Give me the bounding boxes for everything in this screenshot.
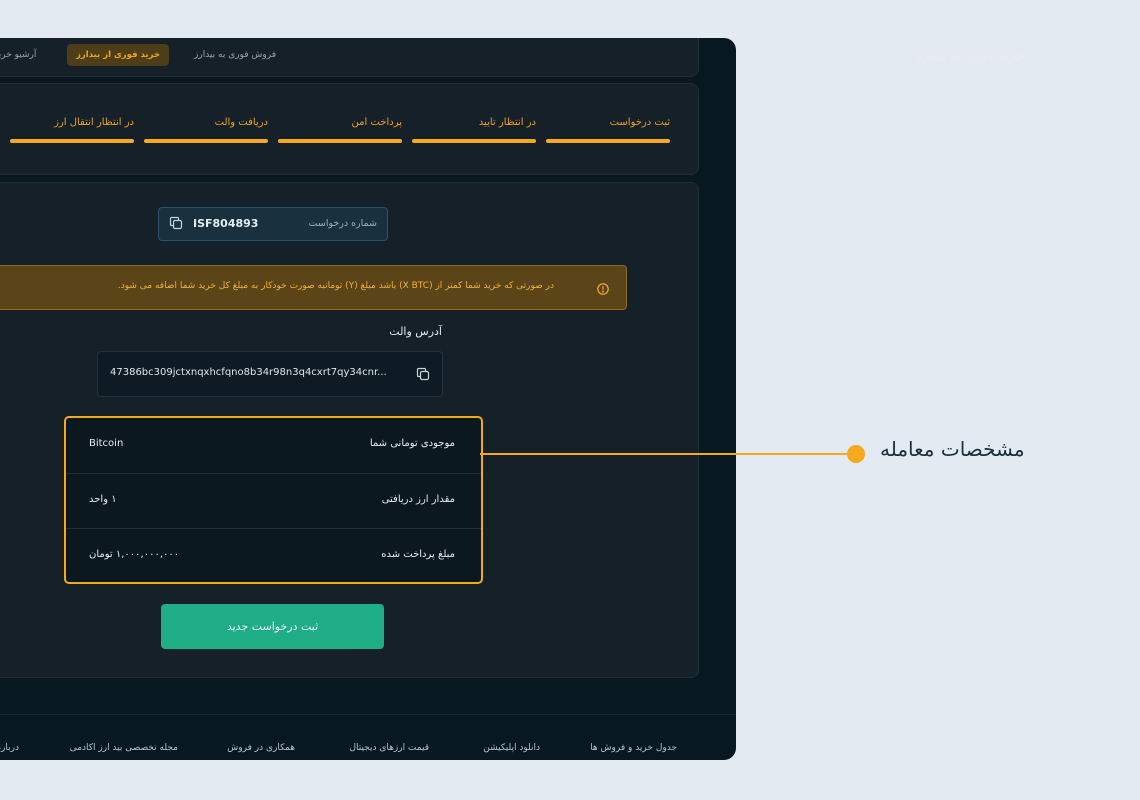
step-progress-bar [10,139,134,143]
step-label-secure-payment: پرداخت امن [351,117,402,128]
copy-icon[interactable] [416,367,430,381]
new-request-button[interactable]: ثبت درخواست جدید [161,604,384,649]
wallet-address-field: 47386bc309jctxnqxhcfqno8b34r98n3q4cxrt7q… [97,351,443,397]
callout-label: مشخصات معامله [880,437,1025,461]
detail-value: Bitcoin [89,438,124,449]
request-number-box: شماره درخواست ISF804893 [158,207,388,241]
step-label-wallet: دریافت والت [214,117,268,128]
callout-line [480,453,856,455]
detail-label: مقدار ارز دریافتی [381,493,455,505]
tab-archive[interactable]: آرشیو خرید [0,50,36,60]
app-panel [0,38,736,760]
detail-value: ۱ واحد [89,493,117,505]
step-progress-bar [546,139,670,143]
detail-label: مبلغ پرداخت شده [381,549,455,561]
detail-row: موجودی تومانی شما Bitcoin [66,418,481,474]
step-label-pending-transfer: در انتظار انتقال ارز [54,117,134,128]
step-progress-bar [278,139,402,143]
detail-value: ۱,۰۰۰,۰۰۰,۰۰۰ تومان [89,549,180,561]
tab-sell[interactable]: فروش فوری به بیدارز [194,50,276,60]
detail-row: مبلغ پرداخت شده ۱,۰۰۰,۰۰۰,۰۰۰ تومان [66,529,481,582]
callout-dot [847,445,865,463]
footer-link-academy[interactable]: مجله تخصصی بید ارز اکادمی [70,743,178,753]
warning-banner: در صورتی که خرید شما کمتر از (X BTC) باش… [0,265,627,310]
footer-link-crypto-prices[interactable]: قیمت ارزهای دیجیتال [349,743,429,753]
warning-text: در صورتی که خرید شما کمتر از (X BTC) باش… [117,281,554,291]
footer-link-trade-table[interactable]: جدول خرید و فروش ها [590,743,677,753]
tab-buy[interactable]: خرید فوری از بیدارز [67,44,169,66]
footer-link-download-app[interactable]: دانلود اپلیکیشن [483,743,540,753]
detail-label: موجودی تومانی شما [369,438,455,449]
footer-link-affiliate[interactable]: همکاری در فروش [227,743,295,753]
step-progress-bar [144,139,268,143]
request-number-value: ISF804893 [193,217,259,230]
copy-icon[interactable] [169,216,183,230]
footer-divider [0,714,736,715]
step-label-register: ثبت درخواست [609,117,670,128]
page-title: خرید فوری به بیدارز [915,49,1024,64]
steps-card [0,83,699,175]
step-label-pending-approval: در انتظار تایید [478,117,536,128]
wallet-address-label: آدرس والت [389,325,442,338]
footer-link-about[interactable]: درباره [0,743,19,753]
step-progress-bar [412,139,536,143]
wallet-address-value: 47386bc309jctxnqxhcfqno8b34r98n3q4cxrt7q… [110,367,387,378]
detail-row: مقدار ارز دریافتی ۱ واحد [66,474,481,530]
alert-icon [597,280,609,295]
request-number-label: شماره درخواست [308,218,377,229]
transaction-details: موجودی تومانی شما Bitcoin مقدار ارز دریا… [64,416,483,584]
